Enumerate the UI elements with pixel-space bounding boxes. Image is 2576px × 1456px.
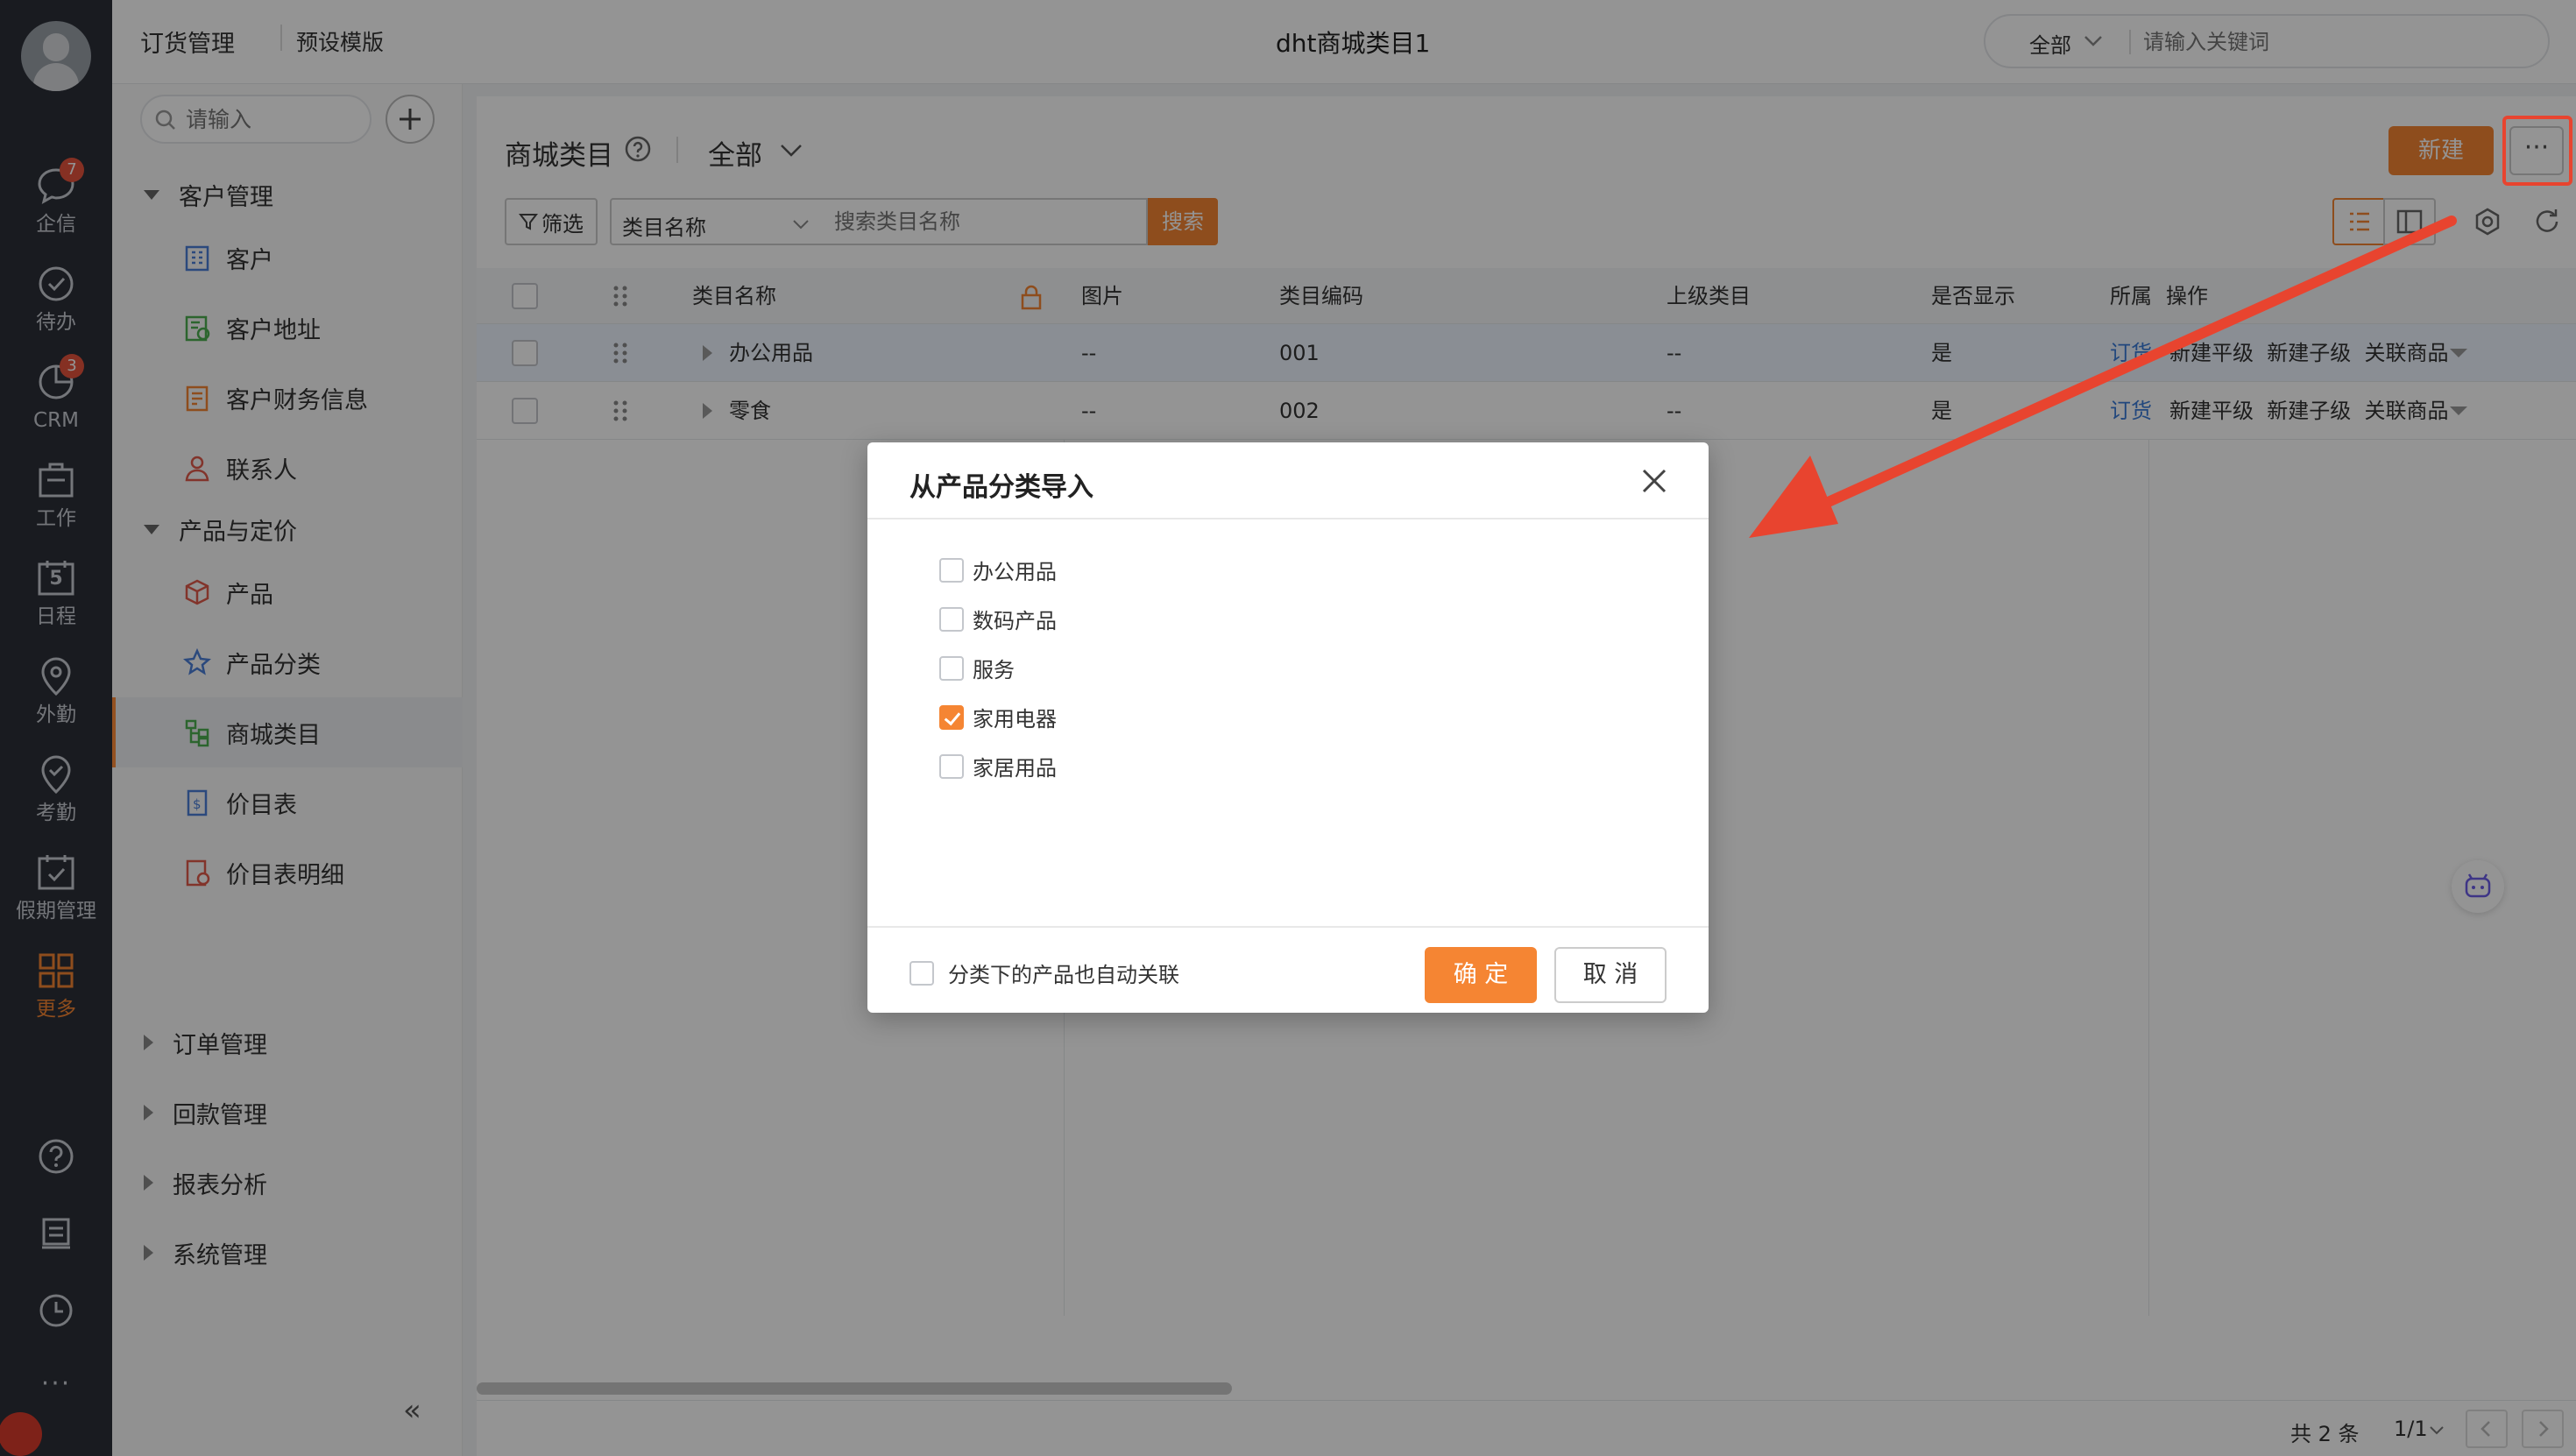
- option-checkbox[interactable]: [939, 753, 964, 779]
- cancel-button[interactable]: 取 消: [1554, 947, 1667, 1003]
- close-icon[interactable]: [1638, 465, 1670, 497]
- dialog-title: 从产品分类导入: [909, 472, 1093, 503]
- option-label: 办公用品: [973, 560, 1057, 584]
- option-checkbox[interactable]: [939, 606, 964, 632]
- option-checkbox[interactable]: [939, 655, 964, 681]
- auto-link-label: 分类下的产品也自动关联: [948, 963, 1179, 987]
- dialog-header: 从产品分类导入: [867, 442, 1709, 519]
- option-checkbox-checked[interactable]: [939, 704, 964, 730]
- annotation-arrow: [1749, 216, 2457, 538]
- option-label: 家用电器: [973, 707, 1057, 732]
- option-label: 数码产品: [973, 609, 1057, 633]
- category-option[interactable]: 办公用品: [939, 555, 1057, 585]
- option-checkbox[interactable]: [939, 557, 964, 583]
- option-label: 家居用品: [973, 756, 1057, 781]
- category-option[interactable]: 数码产品: [939, 604, 1057, 634]
- category-option[interactable]: 家居用品: [939, 751, 1057, 781]
- annotation-highlight-box: [2502, 116, 2572, 186]
- import-dialog: 从产品分类导入 办公用品 数码产品 服务 家用电器 家居用品 分类下的产品也自动…: [867, 442, 1709, 1013]
- auto-link-checkbox[interactable]: [909, 960, 934, 986]
- dialog-footer: 分类下的产品也自动关联 确 定 取 消: [867, 926, 1709, 1013]
- option-label: 服务: [973, 658, 1015, 682]
- category-option[interactable]: 家用电器: [939, 702, 1057, 732]
- confirm-button[interactable]: 确 定: [1425, 947, 1537, 1003]
- category-option[interactable]: 服务: [939, 653, 1015, 683]
- auto-link-option[interactable]: 分类下的产品也自动关联: [909, 958, 1179, 988]
